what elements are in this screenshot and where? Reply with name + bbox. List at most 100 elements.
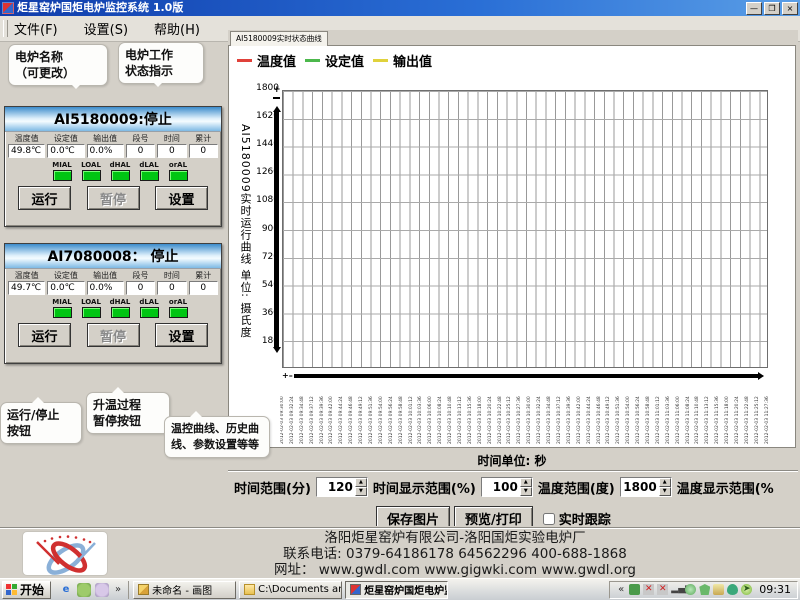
temperature-value: 49.8℃	[8, 144, 45, 158]
x-tick: 2012-02-03 10:08:24	[438, 382, 443, 444]
internet-explorer-icon[interactable]: e	[59, 583, 73, 597]
update-icon[interactable]: ➤	[741, 584, 752, 595]
total-value: 0	[189, 281, 218, 295]
chevron-more-icon[interactable]: »	[113, 584, 123, 595]
furnace-app-icon	[350, 584, 361, 595]
taskbar-item-monitor-app[interactable]: 炬星窑炉国炬电炉监...	[345, 581, 448, 599]
x-tick: 2012-02-03 09:58:48	[399, 382, 404, 444]
task-buttons: 未命名 - 画图 C:\Documents and Se... 炬星窑炉国炬电炉…	[133, 581, 609, 599]
restore-button[interactable]: ❐	[764, 2, 780, 15]
spin-up-icon[interactable]: ▲	[659, 478, 671, 487]
furnace-1-fields: 温度值 49.8℃ 设定值 0.0℃ 输出值 0.0% 段号 0 时间 0 累计…	[5, 132, 221, 158]
x-tick: 2012-02-03 10:44:24	[587, 382, 592, 444]
field-setpoint: 设定值 0.0℃	[47, 134, 84, 158]
messenger-icon[interactable]	[95, 583, 109, 597]
time-display-label: 时间显示范围(%)	[373, 478, 476, 497]
contact-phone: 联系电话: 0379-64186178 64562296 400-688-186…	[283, 546, 627, 562]
app-icon	[2, 2, 14, 14]
time-display-input[interactable]	[482, 478, 520, 496]
tray-clock[interactable]: 09:31	[759, 583, 791, 596]
time-display-stepper: ▲▼	[481, 477, 533, 497]
run-button-1[interactable]: 运行	[18, 186, 71, 210]
x-tick: 2012-02-03 09:30:00	[280, 382, 285, 444]
media-player-icon[interactable]	[77, 583, 91, 597]
footer: 洛阳炬星窑炉有限公司-洛阳国炬实验电炉厂 联系电话: 0379-64186178…	[0, 527, 800, 578]
antivirus-icon[interactable]	[629, 584, 640, 595]
x-tick: 2012-02-03 10:15:36	[468, 382, 473, 444]
save-image-button[interactable]: 保存图片	[376, 506, 450, 526]
temp-range-label: 温度范围(度)	[538, 478, 615, 497]
minus-icon	[273, 97, 280, 99]
settings-button-2[interactable]: 设置	[155, 323, 208, 347]
spin-down-icon[interactable]: ▼	[355, 487, 367, 496]
slider-bar[interactable]	[274, 112, 279, 347]
horizontal-zoom-slider[interactable]: +–	[282, 372, 768, 380]
minimize-button[interactable]: —	[746, 2, 762, 15]
furnace-2-title[interactable]: AI7080008： 停止	[47, 246, 178, 266]
network-disconnected-icon[interactable]: ✕	[643, 584, 654, 595]
temperature-value: 49.7℃	[8, 281, 45, 295]
taskbar-item-paint[interactable]: 未命名 - 画图	[133, 581, 236, 599]
settings-button-1[interactable]: 设置	[155, 186, 208, 210]
tab-realtime-curve[interactable]: AI5180009实时状态曲线	[230, 31, 328, 46]
plus-icon: +	[273, 86, 281, 94]
time-range-input[interactable]	[317, 478, 355, 496]
x-tick: 2012-02-03 11:27:36	[765, 382, 770, 444]
signal-strength-icon[interactable]: ▂▄▆	[671, 584, 682, 595]
spin-down-icon[interactable]: ▼	[659, 487, 671, 496]
run-button-2[interactable]: 运行	[18, 323, 71, 347]
alarm-lamp	[140, 307, 159, 318]
temp-display-label: 温度显示范围(%	[677, 478, 774, 497]
menu-settings[interactable]: 设置(S)	[84, 19, 128, 38]
slider-bar[interactable]	[294, 374, 758, 378]
temp-range-input[interactable]	[621, 478, 659, 496]
window-title: 炬星窑炉国炬电炉监控系统 1.0版	[17, 0, 744, 16]
taskbar-item-explorer[interactable]: C:\Documents and Se...	[239, 581, 342, 599]
x-tick: 2012-02-03 10:46:48	[597, 382, 602, 444]
x-tick: 2012-02-03 10:13:12	[458, 382, 463, 444]
callout-pause: 升温过程 暂停按钮	[86, 392, 170, 434]
spin-down-icon[interactable]: ▼	[520, 487, 532, 496]
x-tick: 2012-02-03 10:51:36	[616, 382, 621, 444]
tray-chevron-icon[interactable]: «	[616, 584, 626, 595]
field-time: 时间 0	[157, 271, 186, 295]
start-button[interactable]: 开始	[2, 581, 51, 599]
field-setpoint: 设定值 0.0℃	[47, 271, 84, 295]
chart-area: AI5180009实时状态曲线 温度值 设定值 输出值 AI5180009实时运…	[228, 30, 798, 526]
furnace-2-fields: 温度值 49.7℃ 设定值 0.0℃ 输出值 0.0% 段号 0 时间 0 累计…	[5, 269, 221, 295]
chart-legend: 温度值 设定值 输出值	[237, 51, 432, 70]
security-shield-icon[interactable]	[699, 584, 710, 595]
spin-up-icon[interactable]: ▲	[355, 478, 367, 487]
realtime-track-checkbox[interactable]	[543, 513, 555, 525]
furnace-2-alarm-indicators: MIAL LOAL dHAL dLAL orAL	[51, 298, 221, 318]
status-green-icon[interactable]	[685, 584, 696, 595]
x-tick: 2012-02-03 11:13:12	[705, 382, 710, 444]
menu-help[interactable]: 帮助(H)	[154, 19, 200, 38]
x-tick: 2012-02-03 10:20:24	[488, 382, 493, 444]
windows-logo-icon	[6, 584, 17, 595]
x-tick: 2012-02-03 10:58:48	[646, 382, 651, 444]
menu-file[interactable]: 文件(F)	[14, 19, 58, 38]
pause-button-2[interactable]: 暂停	[87, 323, 140, 347]
window-titlebar: 炬星窑炉国炬电炉监控系统 1.0版 — ❐ ×	[0, 0, 800, 16]
preview-print-button[interactable]: 预览/打印	[454, 506, 533, 526]
x-tick: 2012-02-03 09:49:12	[359, 382, 364, 444]
pause-button-1[interactable]: 暂停	[87, 186, 140, 210]
close-button[interactable]: ×	[782, 2, 798, 15]
total-value: 0	[189, 144, 218, 158]
x-tick: 2012-02-03 11:20:24	[735, 382, 740, 444]
output-value: 0.0%	[87, 281, 124, 295]
spin-up-icon[interactable]: ▲	[520, 478, 532, 487]
field-segment: 段号 0	[126, 134, 155, 158]
field-time: 时间 0	[157, 134, 186, 158]
network-disconnected-icon[interactable]: ✕	[657, 584, 668, 595]
x-tick: 2012-02-03 10:49:12	[606, 382, 611, 444]
furnace-1-title[interactable]: AI5180009:停止	[54, 109, 172, 129]
battery-icon[interactable]	[713, 584, 724, 595]
x-tick: 2012-02-03 09:34:48	[300, 382, 305, 444]
messenger-status-icon[interactable]	[727, 584, 738, 595]
vertical-zoom-slider[interactable]: +	[273, 86, 281, 376]
furnace-2-header: AI7080008： 停止	[5, 244, 221, 269]
field-total: 累计 0	[189, 271, 218, 295]
callout-curves-settings: 温控曲线、历史曲 线、参数设置等等	[164, 416, 270, 458]
